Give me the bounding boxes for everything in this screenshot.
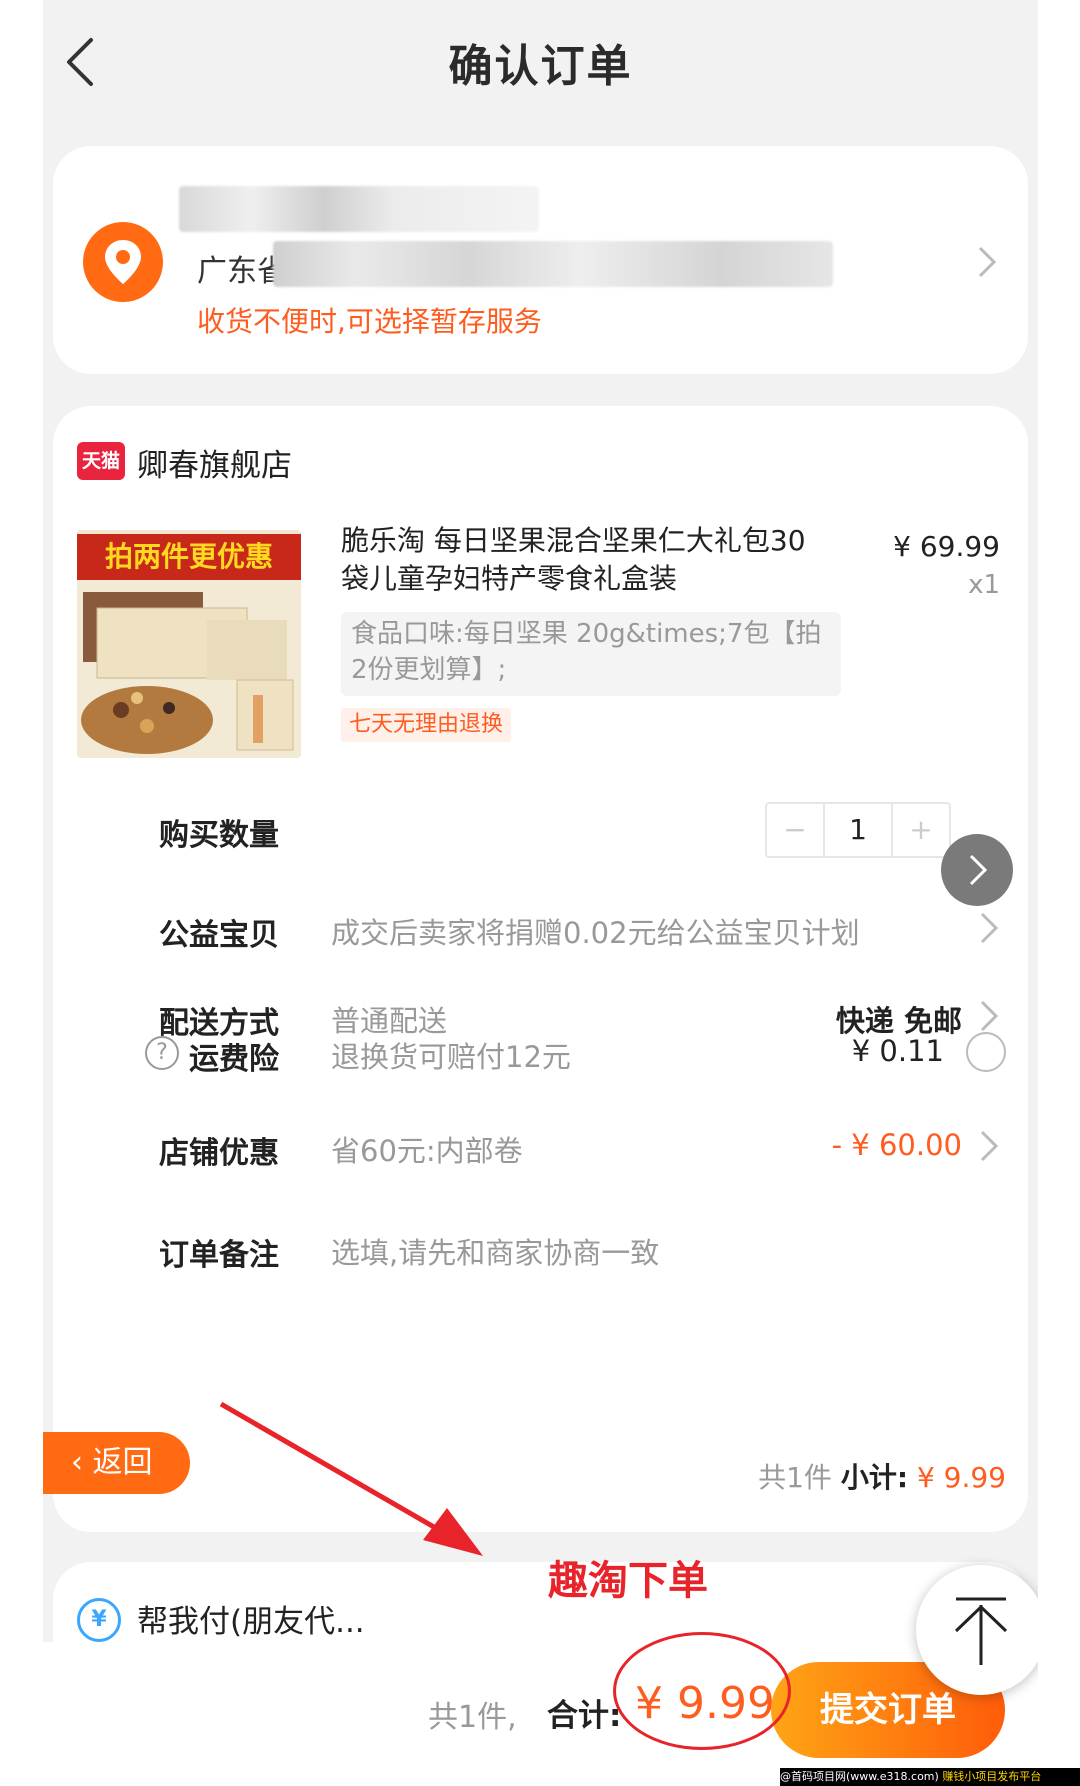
subtotal: 共1件 小计: ¥ 9.99 <box>758 1456 1006 1496</box>
shop-discount-label: 店铺优惠 <box>159 1136 279 1171</box>
recipient-name-blurred <box>179 186 539 232</box>
chevron-right-icon[interactable] <box>978 1128 1000 1164</box>
subtotal-count: 共1件 <box>758 1461 832 1494</box>
subtotal-label: 小计: <box>840 1461 909 1494</box>
quantity-value[interactable]: 1 <box>823 804 893 856</box>
location-pin-icon <box>83 222 163 302</box>
refund-tag: 七天无理由退换 <box>341 708 512 742</box>
chevron-right-icon[interactable] <box>978 910 1000 946</box>
quantity-stepper[interactable]: − 1 + <box>765 802 951 858</box>
address-tip[interactable]: 收货不便时,可选择暂存服务 <box>197 300 542 340</box>
product-image[interactable]: 拍两件更优惠 <box>77 530 301 758</box>
return-button[interactable]: ‹ 返回 <box>43 1432 190 1494</box>
header: 确认订单 <box>43 0 1038 118</box>
address-card[interactable]: 广东省 收货不便时,可选择暂存服务 <box>53 146 1028 374</box>
insurance-radio[interactable] <box>966 1032 1006 1072</box>
product-price: ¥ 69.99 <box>893 530 1000 563</box>
remark-label: 订单备注 <box>159 1238 279 1273</box>
bottom-bar: 共1件, 合计: ¥ 9.99 提交订单 <box>43 1642 1038 1786</box>
charity-value[interactable]: 成交后卖家将捐赠0.02元给公益宝贝计划 <box>331 910 860 952</box>
watermark-right: 赚钱小项目发布平台 <box>942 1770 1042 1783</box>
product-spec[interactable]: 食品口味:每日坚果 20g&times;7包【拍2份更划算】; <box>341 612 841 696</box>
shop-order-card: 天猫 卿春旗舰店 拍两件更优惠 脆乐淘 每日坚果混合坚果仁大礼包30袋儿童孕妇特… <box>53 406 1028 1532</box>
chevron-right-icon <box>969 854 988 886</box>
chevron-right-icon[interactable] <box>978 998 1000 1034</box>
arrow-up-icon <box>954 1597 1008 1665</box>
insurance-price: ¥ 0.11 <box>851 1034 944 1068</box>
remark-input[interactable]: 选填,请先和商家协商一致 <box>331 1230 659 1272</box>
floating-next-button[interactable] <box>941 834 1013 906</box>
help-icon[interactable]: ? <box>145 1036 179 1070</box>
back-to-top-button[interactable] <box>916 1565 1038 1695</box>
insurance-value: 退换货可赔付12元 <box>331 1040 571 1074</box>
order-confirm-screen: 确认订单 广东省 收货不便时,可选择暂存服务 天猫 卿春旗舰店 拍两件更优惠 脆… <box>43 0 1038 1786</box>
shop-discount-amount[interactable]: - ¥ 60.00 <box>832 1128 962 1162</box>
total-count: 共1件, <box>428 1700 517 1735</box>
chevron-right-icon[interactable] <box>974 242 1000 282</box>
subtotal-amount: ¥ 9.99 <box>916 1461 1006 1494</box>
product-quantity: x1 <box>968 570 1000 600</box>
quantity-label: 购买数量 <box>159 818 279 853</box>
yuan-icon: ¥ <box>77 1598 121 1642</box>
shop-name[interactable]: 卿春旗舰店 <box>137 440 292 485</box>
insurance-label: 运费险 <box>189 1042 279 1077</box>
annotation-text: 趣淘下单 <box>548 1558 708 1604</box>
shop-discount-value: 省60元:内部卷 <box>331 1134 523 1168</box>
tmall-badge: 天猫 <box>77 442 125 480</box>
watermark: @首码项目网(www.e318.com) 赚钱小项目发布平台 <box>780 1768 1080 1786</box>
annotation-circle <box>613 1632 791 1750</box>
pay-for-me-label: 帮我付(朋友代... <box>137 1604 365 1640</box>
address-detail-blurred <box>273 241 833 287</box>
product-title[interactable]: 脆乐淘 每日坚果混合坚果仁大礼包30袋儿童孕妇特产零食礼盒装 <box>341 522 811 598</box>
watermark-left: @首码项目网(www.e318.com) <box>780 1770 939 1783</box>
total-label: 合计: <box>547 1698 622 1734</box>
page-title: 确认订单 <box>448 41 633 92</box>
charity-label: 公益宝贝 <box>159 918 279 953</box>
product-photo-illustration <box>77 580 301 758</box>
quantity-minus-button[interactable]: − <box>767 804 823 856</box>
